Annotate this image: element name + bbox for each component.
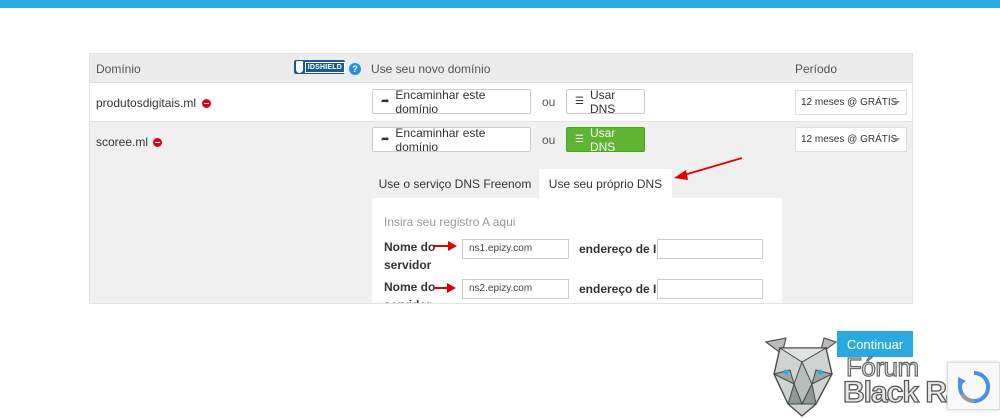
- arrow-to-ns1: [434, 241, 457, 251]
- arrow-to-ns2: [433, 283, 456, 293]
- recaptcha-icon: [958, 370, 991, 403]
- arrow-to-own-dns-tab: [674, 157, 743, 180]
- recaptcha-badge[interactable]: [947, 362, 1000, 410]
